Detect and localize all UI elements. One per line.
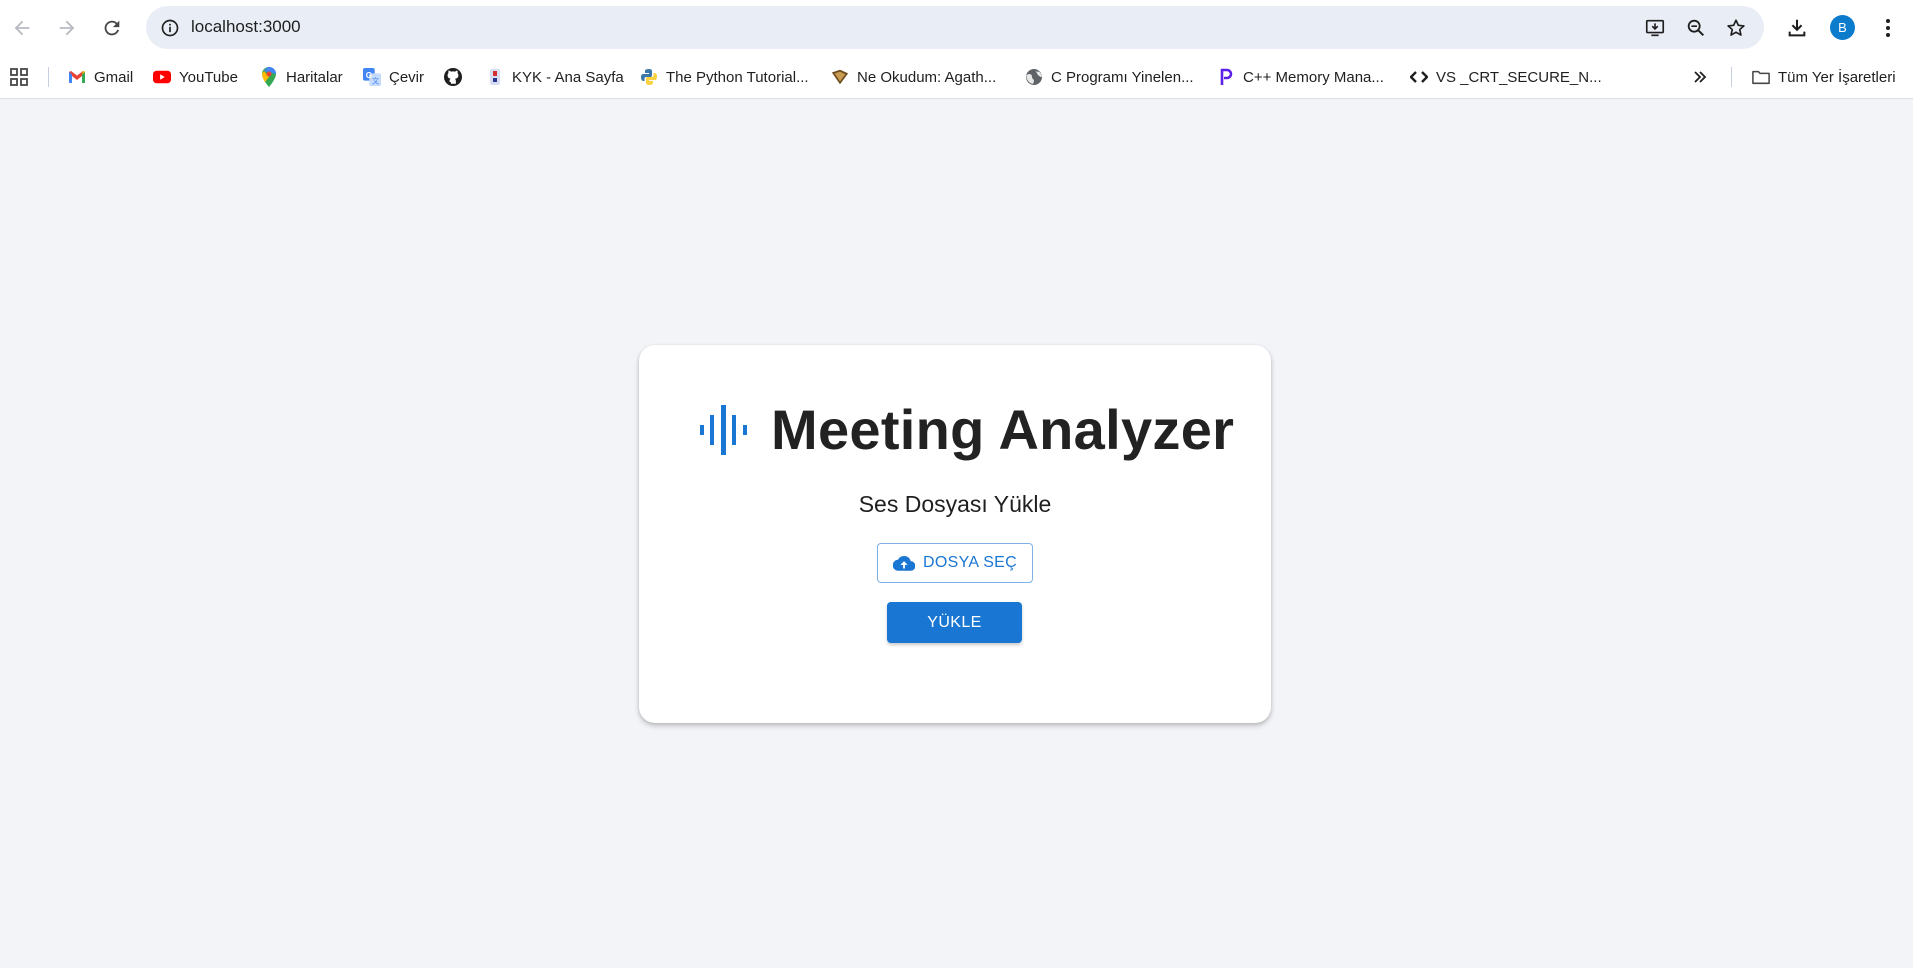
bookmark-star-icon[interactable]: [1723, 15, 1749, 41]
gmail-icon: [68, 68, 86, 86]
bookmark-gmail[interactable]: Gmail: [68, 64, 133, 90]
site-info-icon[interactable]: [157, 15, 182, 40]
all-bookmarks-button[interactable]: Tüm Yer İşaretleri: [1752, 64, 1896, 90]
upload-button[interactable]: YÜKLE: [887, 602, 1022, 643]
back-button[interactable]: [5, 11, 39, 45]
bookmark-python-tutorial[interactable]: The Python Tutorial...: [640, 64, 809, 90]
forward-button[interactable]: [50, 11, 84, 45]
bookmark-vs-crt-secure[interactable]: VS _CRT_SECURE_N...: [1410, 64, 1602, 90]
arrow-right-icon: [59, 20, 75, 36]
maps-icon: [260, 67, 278, 87]
bookmark-haritalar[interactable]: Haritalar: [260, 64, 343, 90]
choose-file-button[interactable]: DOSYA SEÇ: [877, 543, 1033, 583]
bookmark-ne-okudum[interactable]: Ne Okudum: Agath...: [831, 64, 996, 90]
p-logo-icon: [1217, 68, 1235, 86]
youtube-icon: [153, 68, 171, 86]
github-icon: [444, 68, 462, 86]
address-bar[interactable]: localhost:3000: [146, 6, 1764, 49]
bookmarks-divider: [1731, 67, 1732, 87]
reload-button[interactable]: [95, 11, 129, 45]
bookmark-youtube[interactable]: YouTube: [153, 64, 238, 90]
double-chevron-right-icon: [1694, 71, 1707, 83]
app-header: Meeting Analyzer: [699, 397, 1234, 462]
code-icon: [1410, 68, 1428, 86]
bookmark-github[interactable]: [444, 64, 470, 90]
bookmark-cevir[interactable]: G文 Çevir: [363, 64, 424, 90]
apps-grid-icon[interactable]: [10, 64, 28, 90]
book-icon: [831, 68, 849, 86]
url-text[interactable]: localhost:3000: [191, 17, 301, 37]
svg-text:G: G: [366, 71, 372, 80]
bookmarks-overflow-button[interactable]: [1692, 64, 1708, 90]
more-menu-icon[interactable]: [1873, 13, 1903, 43]
download-icon[interactable]: [1782, 13, 1812, 43]
bookmark-c-programi[interactable]: C Programı Yinelen...: [1025, 64, 1194, 90]
cloud-upload-icon: [893, 552, 915, 574]
zoom-icon[interactable]: [1683, 15, 1709, 41]
profile-avatar[interactable]: B: [1830, 15, 1855, 40]
globe-icon: [1025, 68, 1043, 86]
reload-icon: [104, 20, 120, 36]
folder-icon: [1752, 68, 1770, 86]
upload-subtitle: Ses Dosyası Yükle: [858, 491, 1052, 517]
python-icon: [640, 68, 658, 86]
svg-text:文: 文: [372, 76, 379, 85]
bookmark-cpp-memory[interactable]: C++ Memory Mana...: [1217, 64, 1384, 90]
audio-waveform-icon: [700, 404, 747, 455]
install-app-icon[interactable]: [1642, 15, 1668, 41]
bookmarks-bar: Gmail YouTube Haritalar G文 Çevir KYK - A…: [0, 55, 1913, 99]
upload-card: Meeting Analyzer Ses Dosyası Yükle DOSYA…: [639, 345, 1271, 723]
bookmarks-divider: [48, 67, 49, 87]
app-title: Meeting Analyzer: [771, 398, 1235, 461]
arrow-left-icon: [14, 20, 30, 36]
kyk-icon: [486, 68, 504, 86]
translate-icon: G文: [363, 68, 381, 86]
browser-toolbar: localhost:3000 B: [0, 0, 1913, 55]
bookmark-kyk[interactable]: KYK - Ana Sayfa: [486, 64, 624, 90]
